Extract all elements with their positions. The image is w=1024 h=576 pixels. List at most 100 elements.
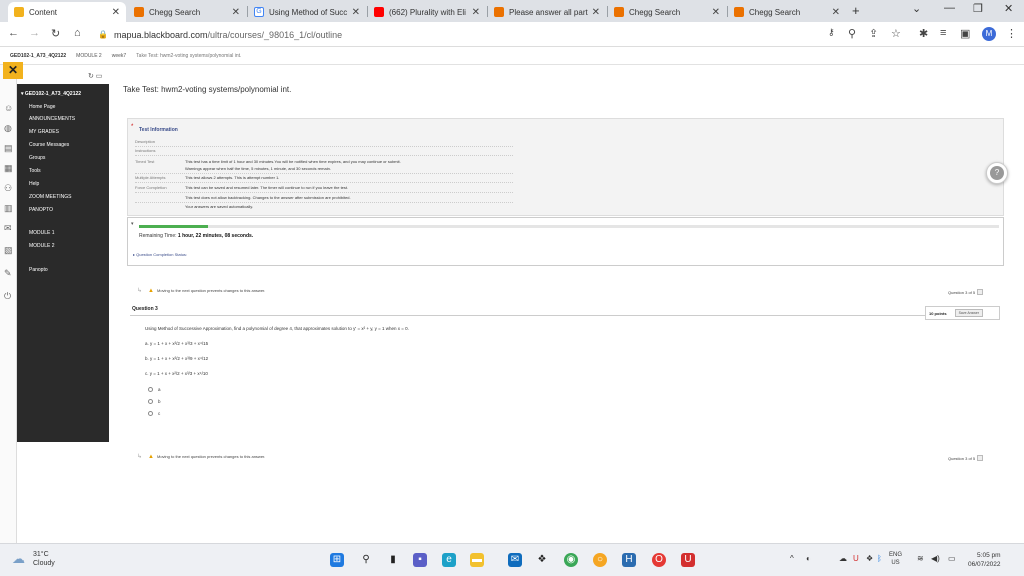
tab-chegg-4[interactable]: Chegg Search ✕: [728, 2, 846, 22]
nav-item-course-messages[interactable]: Course Messages: [29, 142, 69, 148]
close-tab-icon[interactable]: ✕: [112, 7, 120, 18]
weather-widget[interactable]: ☁ 31°C Cloudy: [12, 550, 55, 568]
option-a[interactable]: a: [148, 387, 161, 392]
breadcrumb-module[interactable]: MODULE 2: [76, 53, 102, 59]
breadcrumb-week[interactable]: week7: [112, 53, 126, 59]
nav-item-home-page[interactable]: Home Page: [29, 104, 55, 110]
address-bar[interactable]: 🔒 mapua.blackboard.com/ultra/courses/_98…: [98, 25, 788, 44]
minimize-button[interactable]: —: [944, 2, 955, 14]
nav-item-panopto[interactable]: PANOPTO: [29, 207, 53, 213]
radio-c[interactable]: [148, 411, 153, 416]
tray-cloud-icon[interactable]: ☁: [839, 554, 847, 563]
chrome-icon[interactable]: ◉: [564, 553, 578, 567]
save-answer-button[interactable]: Save Answer: [954, 309, 983, 317]
breadcrumb-course[interactable]: GED102-1_A73_4Q2122: [10, 53, 66, 59]
bluetooth-icon[interactable]: ᛒ: [877, 554, 882, 563]
tab-youtube[interactable]: (662) Plurality with Eli ✕: [368, 2, 486, 22]
extensions-icon[interactable]: ✱: [919, 27, 928, 40]
radio-a[interactable]: [148, 387, 153, 392]
volume-icon[interactable]: ◀): [931, 554, 940, 563]
refresh-menu-icon[interactable]: ↻ ▭: [88, 72, 102, 80]
close-tab-icon[interactable]: ✕: [712, 7, 720, 18]
teams-chat-icon[interactable]: ▪: [413, 553, 427, 567]
bookmark-star-icon[interactable]: ☆: [891, 27, 901, 40]
search-icon[interactable]: ⚲: [359, 553, 373, 567]
question-nav-button[interactable]: [977, 455, 984, 461]
mail-icon[interactable]: ✉: [508, 553, 522, 567]
tab-chegg-1[interactable]: Chegg Search ✕: [128, 2, 246, 22]
close-course-button[interactable]: ✕: [3, 62, 23, 79]
test-information-heading[interactable]: Test Information: [139, 127, 178, 133]
nav-item-panopto-link[interactable]: Panopto: [29, 267, 48, 273]
reading-list-icon[interactable]: ≡: [940, 27, 946, 39]
nav-item-announcements[interactable]: ANNOUNCEMENTS: [29, 116, 75, 122]
organizations-icon[interactable]: ⚇: [4, 183, 12, 194]
nav-item-my-grades[interactable]: MY GRADES: [29, 129, 59, 135]
signout-icon[interactable]: ⏻: [4, 291, 11, 302]
globe-icon[interactable]: ◍: [4, 123, 12, 134]
user-icon[interactable]: ☺: [4, 103, 13, 113]
lock-icon[interactable]: 🔒: [98, 30, 108, 39]
question-nav-button[interactable]: [977, 289, 984, 295]
app-circle-icon[interactable]: ○: [593, 553, 607, 567]
nav-item-zoom-meetings[interactable]: ZOOM MEETINGS: [29, 194, 72, 200]
menu-icon[interactable]: ⋮: [1006, 27, 1017, 40]
courses-icon[interactable]: ▤: [4, 143, 13, 154]
calendar-icon[interactable]: ▦: [4, 163, 13, 174]
tab-google[interactable]: G Using Method of Succ ✕: [248, 2, 366, 22]
close-tab-icon[interactable]: ✕: [472, 7, 480, 18]
help-button[interactable]: ?: [986, 162, 1008, 184]
option-b[interactable]: b: [148, 399, 161, 404]
app-shield-icon[interactable]: U: [681, 553, 695, 567]
close-tab-icon[interactable]: ✕: [832, 7, 840, 18]
forward-icon[interactable]: →: [29, 27, 40, 39]
collapse-timer-icon[interactable]: ▾: [131, 221, 134, 227]
nav-item-tools[interactable]: Tools: [29, 168, 41, 174]
tab-chegg-3[interactable]: Chegg Search ✕: [608, 2, 726, 22]
start-icon[interactable]: ⊞: [330, 553, 344, 567]
option-c[interactable]: c: [148, 411, 160, 416]
tab-search-icon[interactable]: ⌄: [912, 2, 921, 15]
zoom-icon[interactable]: ⚲: [848, 27, 856, 40]
reload-icon[interactable]: ↻: [51, 27, 60, 40]
app-h-icon[interactable]: H: [622, 553, 636, 567]
messages-icon[interactable]: ✉: [4, 223, 12, 234]
tray-app-icon[interactable]: ◐: [806, 554, 811, 563]
task-view-icon[interactable]: ▮: [386, 553, 400, 567]
opera-icon[interactable]: O: [652, 553, 666, 567]
course-menu-title[interactable]: ▾ GED102-1_A73_4Q2122: [21, 91, 81, 97]
new-tab-button[interactable]: +: [852, 3, 860, 18]
nav-item-help[interactable]: Help: [29, 181, 39, 187]
nav-item-groups[interactable]: Groups: [29, 155, 45, 161]
dropbox-icon[interactable]: ❖: [535, 553, 549, 567]
file-explorer-icon[interactable]: ▬: [470, 553, 484, 567]
clock[interactable]: 5:05 pm 06/07/2022: [968, 551, 1001, 569]
side-panel-icon[interactable]: ▣: [960, 27, 970, 40]
tray-shield-icon[interactable]: U: [853, 554, 859, 563]
close-tab-icon[interactable]: ✕: [232, 7, 240, 18]
profile-avatar[interactable]: M: [982, 27, 996, 41]
grades-icon[interactable]: ▥: [4, 203, 13, 214]
edge-icon[interactable]: e: [442, 553, 456, 567]
radio-b[interactable]: [148, 399, 153, 404]
home-icon[interactable]: ⌂: [74, 27, 81, 39]
nav-item-module-2[interactable]: MODULE 2: [29, 243, 55, 249]
tab-chegg-2[interactable]: Please answer all part ✕: [488, 2, 606, 22]
language-indicator[interactable]: ENG US: [889, 551, 902, 567]
edit-icon[interactable]: ✎: [4, 268, 12, 279]
share-icon[interactable]: ⇪: [869, 27, 878, 40]
battery-icon[interactable]: ▭: [948, 554, 956, 563]
close-tab-icon[interactable]: ✕: [352, 7, 360, 18]
key-icon[interactable]: ⚷: [828, 27, 835, 38]
back-icon[interactable]: ←: [8, 27, 19, 39]
tab-content[interactable]: Content ✕: [8, 2, 126, 22]
close-window-button[interactable]: ✕: [1004, 2, 1013, 15]
tray-dropbox-icon[interactable]: ❖: [866, 554, 873, 563]
wifi-icon[interactable]: ≋: [917, 554, 924, 563]
tray-chevron-icon[interactable]: ^: [790, 554, 794, 563]
restore-button[interactable]: ❐: [973, 2, 983, 15]
nav-item-module-1[interactable]: MODULE 1: [29, 230, 55, 236]
question-completion-status[interactable]: ▸ Question Completion Status:: [133, 252, 187, 257]
close-tab-icon[interactable]: ✕: [592, 7, 600, 18]
tools-icon[interactable]: ▧: [4, 245, 13, 256]
